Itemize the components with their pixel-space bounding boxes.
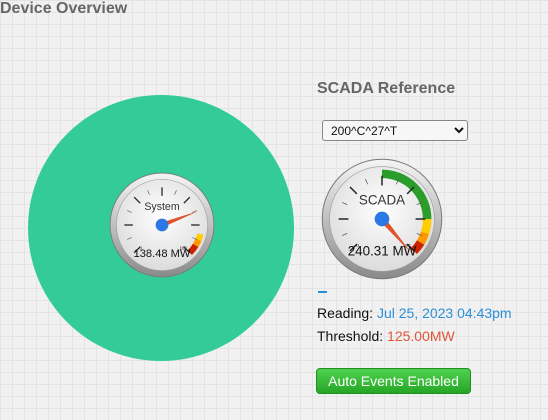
auto-events-button[interactable]: Auto Events Enabled	[316, 368, 471, 394]
threshold-value: 125.00MW	[387, 328, 455, 344]
system-gauge-label: System	[144, 201, 179, 213]
threshold-line: Threshold: 125.00MW	[317, 328, 455, 344]
system-gauge: System 0 180 138.48 MW	[109, 172, 215, 278]
scada-reference-title: SCADA Reference	[317, 80, 456, 97]
reading-label: Reading:	[317, 305, 377, 321]
reading-value: Jul 25, 2023 04:43pm	[376, 305, 512, 321]
scada-gauge-label: SCADA	[359, 192, 405, 207]
system-gauge-hub	[155, 218, 169, 232]
threshold-label: Threshold:	[317, 328, 388, 344]
system-gauge-value: 138.48 MW	[134, 248, 191, 260]
scada-gauge-hub	[374, 211, 390, 227]
blue-divider	[318, 291, 327, 293]
scada-gauge: SCADA 0 137 240.31 MW	[321, 158, 443, 280]
scada-gauge-value: 240.31 MW	[348, 244, 417, 259]
device-overview-title: Device Overview	[0, 0, 128, 17]
reading-line: Reading: Jul 25, 2023 04:43pm	[317, 305, 512, 321]
scada-point-select[interactable]: 200^C^27^T	[322, 120, 468, 141]
